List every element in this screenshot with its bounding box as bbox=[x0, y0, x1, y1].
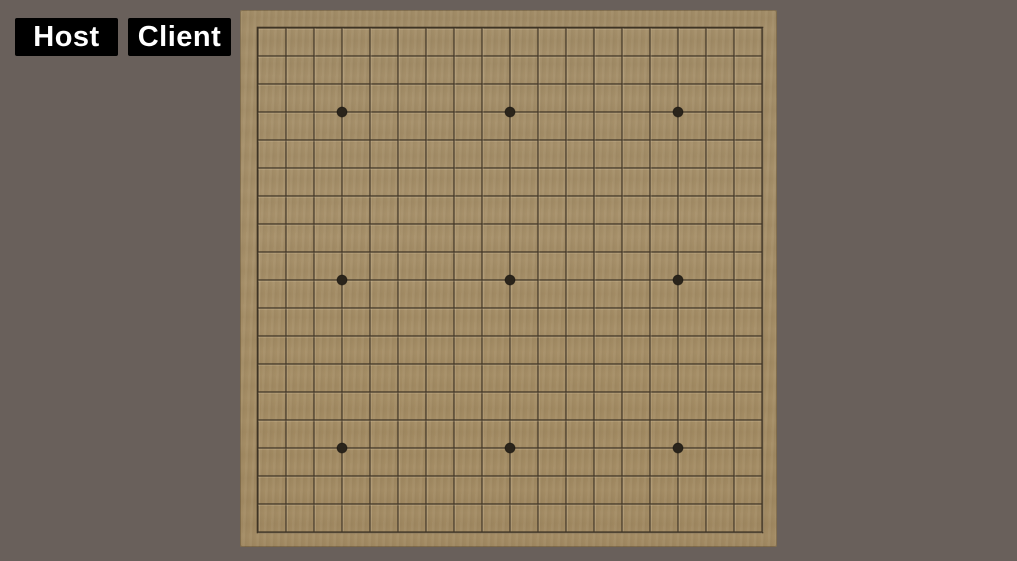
star-point bbox=[504, 442, 516, 454]
host-button[interactable]: Host bbox=[15, 18, 118, 56]
star-point bbox=[672, 274, 684, 286]
star-point bbox=[336, 106, 348, 118]
star-point bbox=[336, 274, 348, 286]
game-stage: Host Client bbox=[0, 0, 1017, 561]
board-grid bbox=[256, 26, 764, 534]
star-point bbox=[672, 106, 684, 118]
star-point bbox=[336, 442, 348, 454]
star-point bbox=[672, 442, 684, 454]
star-point bbox=[504, 274, 516, 286]
client-button[interactable]: Client bbox=[128, 18, 231, 56]
go-board[interactable] bbox=[240, 10, 777, 547]
star-point bbox=[504, 106, 516, 118]
